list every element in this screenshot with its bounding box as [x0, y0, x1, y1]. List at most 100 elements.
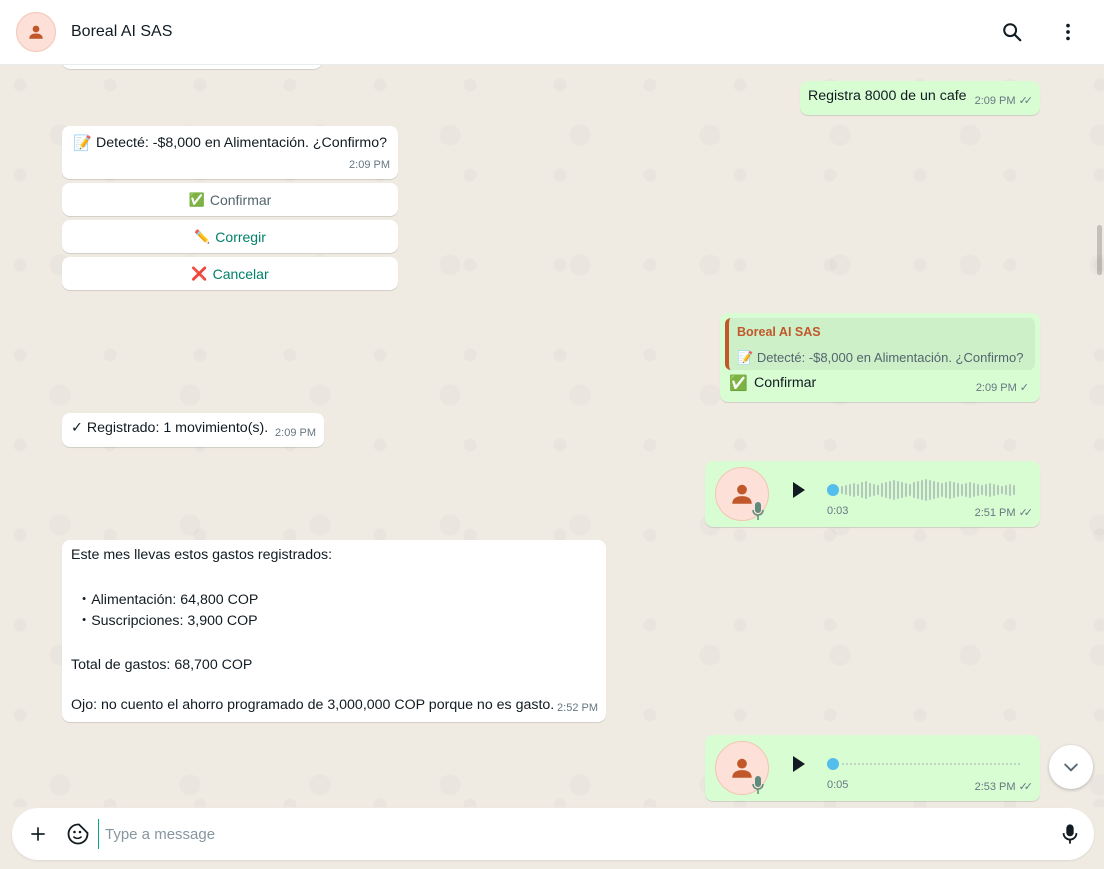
waveform-bar	[877, 485, 879, 495]
waveform-bar	[841, 486, 843, 494]
waveform-dot	[882, 763, 884, 765]
waveform-dot	[978, 763, 980, 765]
waveform-bar	[897, 481, 899, 499]
waveform-dot	[870, 763, 872, 765]
waveform-bar	[857, 484, 859, 496]
waveform-bar	[977, 484, 979, 496]
scrollbar[interactable]	[1097, 225, 1102, 275]
play-button[interactable]	[791, 754, 807, 780]
waveform-dot	[862, 763, 864, 765]
attach-button[interactable]	[18, 814, 58, 854]
waveform-bar	[921, 480, 923, 500]
message-time: 2:09 PM	[349, 159, 390, 171]
sticker-button[interactable]	[58, 814, 98, 854]
waveform-dot	[954, 763, 956, 765]
message-time: 2:09 PM	[975, 382, 1017, 394]
message-meta: 2:52 PM	[557, 699, 598, 718]
menu-button[interactable]	[1048, 12, 1088, 52]
confirm-button[interactable]: ✅ Confirmar	[62, 183, 398, 216]
message-outgoing-reply[interactable]: Boreal AI SAS 📝 Detecté: -$8,000 en Alim…	[720, 313, 1040, 402]
waveform-dot	[930, 763, 932, 765]
waveform-bar	[969, 482, 971, 498]
message-time: 2:09 PM	[275, 427, 316, 439]
waveform-dot	[878, 763, 880, 765]
playhead[interactable]	[827, 484, 839, 496]
waveform-bar	[953, 482, 955, 498]
voice-message[interactable]: 0:03 2:51 PM ✓✓	[705, 461, 1040, 527]
waveform-dot	[906, 763, 908, 765]
message-text: Detecté: -$8,000 en Alimentación. ¿Confi…	[96, 135, 387, 151]
waveform-dot	[898, 763, 900, 765]
waveform-bar	[885, 482, 887, 498]
cancel-button[interactable]: ❌ Cancelar	[62, 257, 398, 290]
play-button[interactable]	[791, 480, 807, 506]
waveform-bar	[853, 483, 855, 497]
message-incoming[interactable]: Este mes llevas estos gastos registrados…	[62, 540, 606, 722]
waveform-dot	[1006, 763, 1008, 765]
message-line: ・Suscripciones: 3,900 COP	[77, 613, 258, 629]
waveform-dot	[926, 763, 928, 765]
waveform-dot	[970, 763, 972, 765]
check-icon: ✓	[1019, 382, 1029, 394]
waveform-dot	[890, 763, 892, 765]
contact-avatar[interactable]	[16, 12, 56, 52]
check-box-icon: ✅	[188, 191, 205, 207]
message-input[interactable]	[98, 819, 1050, 849]
audio-waveform[interactable]	[827, 477, 1021, 503]
mic-icon	[752, 776, 764, 794]
message-text: Registra 8000 de un cafe	[808, 88, 967, 104]
scroll-to-bottom-button[interactable]	[1049, 745, 1093, 789]
message-list[interactable]: Registra 8000 de un cafe 2:09 PM ✓✓ 📝 De…	[0, 65, 1104, 807]
waveform-dot	[842, 763, 844, 765]
voice-message[interactable]: 0:05 2:53 PM ✓✓	[705, 735, 1040, 801]
waveform-dot	[938, 763, 940, 765]
message-body: Este mes llevas estos gastos registrados…	[71, 545, 554, 716]
edit-label: Corregir	[215, 228, 266, 245]
cross-mark-icon: ❌	[191, 265, 208, 281]
play-icon	[793, 482, 805, 498]
message-outgoing[interactable]: Registra 8000 de un cafe 2:09 PM ✓✓	[800, 81, 1040, 115]
waveform-dot	[974, 763, 976, 765]
contact-name[interactable]: Boreal AI SAS	[71, 23, 172, 41]
waveform-dot	[998, 763, 1000, 765]
waveform-bar	[949, 481, 951, 499]
message-meta: 2:53 PM ✓✓	[975, 778, 1034, 797]
message-line: Total de gastos: 68,700 COP	[71, 657, 253, 673]
message-meta: 2:09 PM	[349, 156, 390, 175]
waveform-bar	[889, 481, 891, 499]
voice-record-button[interactable]	[1050, 814, 1090, 854]
cancel-label: Cancelar	[212, 265, 269, 282]
waveform-dot	[910, 763, 912, 765]
composer-box	[12, 808, 1094, 860]
message-text: ✓ Registrado: 1 movimiento(s).	[71, 420, 269, 436]
waveform-dot	[1002, 763, 1004, 765]
person-icon	[29, 25, 43, 39]
waveform-bar	[909, 484, 911, 496]
waveform-dot	[966, 763, 968, 765]
waveform-dot	[886, 763, 888, 765]
waveform-bar	[981, 485, 983, 495]
waveform-bar	[933, 481, 935, 499]
waveform-bar	[865, 481, 867, 499]
plus-icon	[31, 827, 45, 841]
mic-icon	[1062, 824, 1078, 844]
audio-duration: 0:03	[827, 505, 849, 517]
quoted-message[interactable]: Boreal AI SAS 📝 Detecté: -$8,000 en Alim…	[725, 318, 1035, 370]
chevron-down-icon	[1064, 763, 1078, 772]
waveform-bar	[893, 480, 895, 500]
double-check-icon: ✓✓	[1018, 507, 1034, 519]
edit-button[interactable]: ✏️ Corregir	[62, 220, 398, 253]
playhead[interactable]	[827, 758, 839, 770]
message-incoming[interactable]: ✓ Registrado: 1 movimiento(s). 2:09 PM	[62, 413, 324, 447]
message-time: 2:51 PM	[974, 507, 1016, 519]
quote-author: Boreal AI SAS	[737, 325, 821, 339]
waveform-bar	[985, 484, 987, 496]
audio-waveform[interactable]	[827, 751, 1021, 777]
waveform-bar	[925, 479, 927, 501]
message-incoming[interactable]: 📝 Detecté: -$8,000 en Alimentación. ¿Con…	[62, 126, 398, 179]
message-line: ・Alimentación: 64,800 COP	[77, 592, 259, 608]
search-button[interactable]	[992, 12, 1032, 52]
message-meta: 2:51 PM ✓✓	[974, 504, 1034, 523]
waveform-bar	[873, 484, 875, 496]
play-icon	[793, 756, 805, 772]
